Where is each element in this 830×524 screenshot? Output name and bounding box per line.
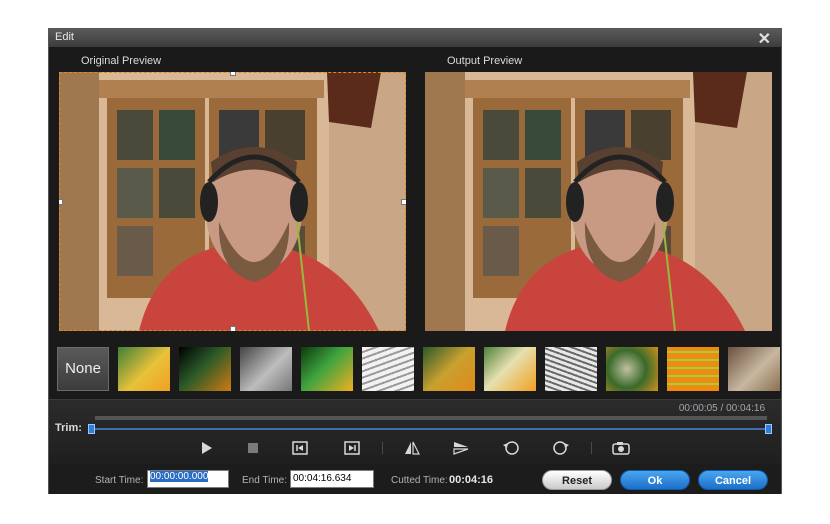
play-icon[interactable] — [196, 438, 218, 458]
ok-button[interactable]: Ok — [620, 470, 690, 490]
effect-none-button[interactable]: None — [57, 347, 109, 391]
reset-button[interactable]: Reset — [542, 470, 612, 490]
effect-thumb-5[interactable] — [362, 347, 414, 391]
start-time-value: 00:00:00.000 — [150, 471, 209, 482]
separator — [591, 442, 592, 454]
output-preview — [425, 72, 772, 331]
effect-thumb-10[interactable] — [667, 347, 719, 391]
stop-icon[interactable] — [242, 438, 264, 458]
mark-in-icon[interactable] — [289, 438, 311, 458]
trim-end-handle[interactable] — [765, 424, 772, 434]
start-time-field[interactable]: 00:00:00.000 — [147, 470, 229, 488]
effect-thumb-2[interactable] — [179, 347, 231, 391]
cancel-button[interactable]: Cancel — [698, 470, 768, 490]
effect-thumb-6[interactable] — [423, 347, 475, 391]
playback-progress[interactable] — [95, 416, 767, 420]
window-title: Edit — [55, 31, 74, 43]
trim-start-handle[interactable] — [88, 424, 95, 434]
edit-dialog: Edit ✕ Original Preview Output Preview N… — [48, 28, 782, 494]
separator — [382, 442, 383, 454]
original-preview[interactable] — [59, 72, 406, 331]
crop-handle-right[interactable] — [401, 199, 406, 205]
video-frame-original — [59, 72, 406, 331]
rotate-left-icon[interactable] — [500, 438, 522, 458]
bottom-bar: Start Time: 00:00:00.000 End Time: 00:04… — [49, 464, 781, 494]
effect-thumb-11[interactable] — [728, 347, 780, 391]
time-readout: 00:00:05 / 00:04:16 — [678, 403, 765, 414]
timeline-panel: 00:00:05 / 00:04:16 Trim: — [49, 400, 781, 464]
flip-vertical-icon[interactable] — [401, 438, 423, 458]
video-frame-output — [425, 72, 772, 331]
effect-thumb-1[interactable] — [118, 347, 170, 391]
end-time-label: End Time: — [242, 475, 288, 486]
start-time-label: Start Time: — [95, 475, 144, 486]
output-preview-label: Output Preview — [447, 55, 523, 67]
effects-strip: None — [55, 347, 780, 395]
effect-thumb-4[interactable] — [301, 347, 353, 391]
trim-label: Trim: — [55, 422, 82, 434]
effect-thumb-8[interactable] — [545, 347, 597, 391]
end-time-field[interactable]: 00:04:16.634 — [290, 470, 374, 488]
title-bar[interactable]: Edit ✕ — [49, 29, 781, 49]
trim-track[interactable] — [91, 428, 769, 430]
snapshot-icon[interactable] — [610, 438, 632, 458]
end-time-value: 00:04:16.634 — [293, 473, 352, 484]
crop-handle-top[interactable] — [230, 72, 236, 76]
rotate-right-icon[interactable] — [550, 438, 572, 458]
effect-thumb-3[interactable] — [240, 347, 292, 391]
cutted-time-label: Cutted Time: — [391, 475, 448, 486]
cutted-time-value: 00:04:16 — [449, 474, 494, 486]
flip-horizontal-icon[interactable] — [450, 438, 472, 458]
effect-thumb-9[interactable] — [606, 347, 658, 391]
crop-handle-left[interactable] — [59, 199, 63, 205]
close-icon[interactable]: ✕ — [758, 29, 771, 49]
crop-handle-bottom[interactable] — [230, 326, 236, 331]
mark-out-icon[interactable] — [341, 438, 363, 458]
effect-thumb-7[interactable] — [484, 347, 536, 391]
original-preview-label: Original Preview — [81, 55, 162, 67]
